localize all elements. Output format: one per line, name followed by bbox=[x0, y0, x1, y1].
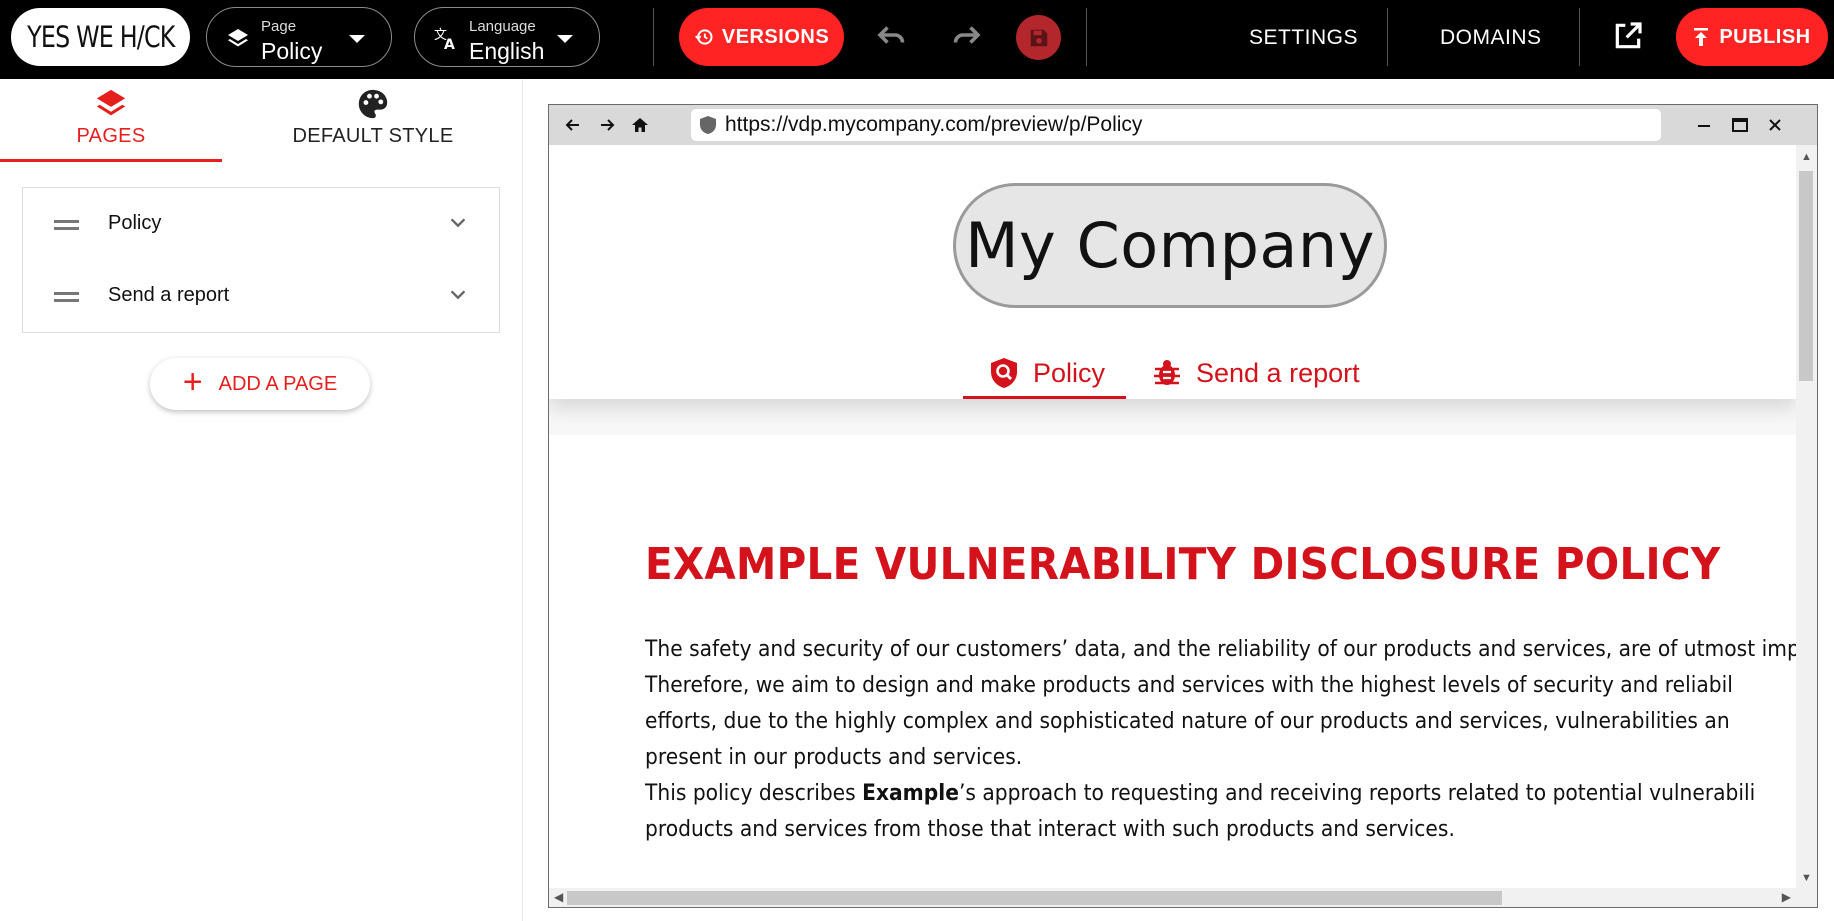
paragraph-line: The safety and security of our customers… bbox=[645, 636, 1796, 662]
chevron-down-icon[interactable] bbox=[447, 284, 469, 306]
paragraph-line: present in our products and services. bbox=[645, 744, 1023, 770]
page-selector-value: Policy bbox=[261, 38, 323, 64]
shield-icon bbox=[700, 116, 716, 134]
active-tab-indicator bbox=[0, 159, 222, 162]
site-nav-policy[interactable]: Policy bbox=[989, 348, 1105, 398]
tab-pages[interactable]: PAGES bbox=[0, 79, 222, 162]
section-band bbox=[549, 399, 1796, 435]
palette-icon bbox=[358, 89, 388, 119]
close-icon[interactable] bbox=[1765, 115, 1785, 135]
url-bar[interactable]: https://vdp.mycompany.com/preview/p/Poli… bbox=[691, 109, 1661, 141]
plus-icon: + bbox=[182, 363, 203, 401]
site-body: EXAMPLE VULNERABILITY DISCLOSURE POLICY … bbox=[549, 399, 1796, 888]
tab-pages-label: PAGES bbox=[76, 125, 146, 147]
upload-icon bbox=[1694, 28, 1709, 46]
resize-corner[interactable] bbox=[1796, 888, 1817, 907]
policy-title-rest: VULNERABILITY DISCLOSURE POLICY bbox=[874, 539, 1721, 590]
publish-label: PUBLISH bbox=[1719, 25, 1811, 48]
logo-text: YES WE H/CK bbox=[26, 20, 175, 54]
page-selector-caption: Page bbox=[261, 18, 297, 35]
chevron-down-icon bbox=[349, 35, 365, 43]
tab-default-style[interactable]: DEFAULT STYLE bbox=[262, 79, 484, 162]
toolbar-divider bbox=[1086, 8, 1087, 66]
redo-icon[interactable] bbox=[948, 20, 984, 56]
left-panel: PAGES DEFAULT STYLE Policy Send a report bbox=[0, 79, 523, 921]
site-nav-send-report[interactable]: Send a report bbox=[1152, 348, 1360, 398]
policy-title-bold: EXAMPLE bbox=[645, 539, 861, 590]
publish-button[interactable]: PUBLISH bbox=[1676, 8, 1828, 66]
preview-window: https://vdp.mycompany.com/preview/p/Poli… bbox=[548, 104, 1818, 908]
site-nav-send-report-label: Send a report bbox=[1196, 357, 1360, 388]
paragraph-text: This policy describes bbox=[645, 780, 863, 806]
toolbar-divider bbox=[653, 8, 654, 66]
page-list-item[interactable]: Send a report bbox=[23, 260, 499, 332]
yeswehack-logo[interactable]: YES WE H/CK bbox=[11, 8, 190, 66]
company-logo[interactable]: My Company bbox=[953, 183, 1387, 308]
svg-text:A: A bbox=[444, 37, 455, 50]
site-nav-policy-label: Policy bbox=[1033, 357, 1106, 388]
forward-arrow-icon[interactable] bbox=[597, 115, 617, 135]
paragraph-line: products and services from those that in… bbox=[645, 816, 1455, 842]
paragraph-text: ’s approach to requesting and receiving … bbox=[958, 780, 1756, 806]
chevron-down-icon bbox=[557, 35, 573, 43]
history-icon bbox=[694, 29, 713, 45]
url-text: https://vdp.mycompany.com/preview/p/Poli… bbox=[725, 113, 1143, 136]
policy-title: EXAMPLE VULNERABILITY DISCLOSURE POLICY bbox=[645, 539, 1720, 590]
toolbar-divider bbox=[1387, 8, 1388, 66]
paragraph-line: efforts, due to the highly complex and s… bbox=[645, 708, 1730, 734]
browser-bar: https://vdp.mycompany.com/preview/p/Poli… bbox=[549, 105, 1817, 145]
language-selector-value: English bbox=[469, 38, 545, 64]
language-selector-caption: Language bbox=[469, 18, 536, 35]
undo-icon[interactable] bbox=[874, 20, 910, 56]
site-preview: My Company Policy Send a report EXAMPLE … bbox=[549, 145, 1796, 888]
settings-link[interactable]: SETTINGS bbox=[1249, 26, 1358, 50]
home-icon[interactable] bbox=[630, 115, 650, 135]
page-list-item-name: Send a report bbox=[108, 284, 230, 306]
add-page-label: ADD A PAGE bbox=[218, 372, 338, 395]
open-external-icon[interactable] bbox=[1612, 20, 1644, 52]
save-button[interactable] bbox=[1016, 15, 1061, 60]
maximize-icon[interactable] bbox=[1730, 115, 1750, 135]
versions-button[interactable]: VERSIONS bbox=[679, 8, 844, 66]
page-selector[interactable]: Page Policy bbox=[206, 7, 392, 67]
vertical-scrollbar[interactable]: ▲ ▼ bbox=[1796, 145, 1817, 890]
scroll-down-icon[interactable]: ▼ bbox=[1801, 872, 1812, 884]
policy-paragraph: This policy describes Example’s approach… bbox=[645, 775, 1755, 847]
policy-paragraph: The safety and security of our customers… bbox=[645, 631, 1796, 775]
translate-icon: 文 A bbox=[434, 28, 455, 50]
toolbar-divider bbox=[1579, 8, 1580, 66]
scroll-right-icon[interactable]: ▶ bbox=[1782, 890, 1791, 904]
company-name-bold: Example bbox=[862, 780, 959, 806]
top-toolbar: YES WE H/CK Page Policy 文 A Language Eng… bbox=[0, 0, 1834, 79]
scroll-up-icon[interactable]: ▲ bbox=[1801, 151, 1812, 163]
site-nav-active-indicator bbox=[963, 396, 1126, 399]
versions-label: VERSIONS bbox=[721, 25, 830, 48]
minimize-icon[interactable] bbox=[1694, 115, 1714, 135]
layers-icon bbox=[228, 29, 248, 47]
bug-icon bbox=[1154, 360, 1180, 385]
page-list: Policy Send a report bbox=[22, 187, 500, 333]
domains-link[interactable]: DOMAINS bbox=[1440, 26, 1542, 50]
scrollbar-thumb[interactable] bbox=[1799, 171, 1813, 381]
language-selector[interactable]: 文 A Language English bbox=[414, 7, 600, 67]
site-header: My Company Policy Send a report bbox=[549, 145, 1796, 399]
drag-handle-icon[interactable] bbox=[54, 220, 79, 230]
page-list-item[interactable]: Policy bbox=[23, 188, 499, 260]
tab-default-style-label: DEFAULT STYLE bbox=[292, 125, 454, 147]
company-name: My Company bbox=[965, 209, 1375, 282]
horizontal-scrollbar[interactable]: ◀ ▶ bbox=[549, 888, 1796, 907]
save-icon bbox=[1030, 29, 1047, 46]
drag-handle-icon[interactable] bbox=[54, 292, 79, 302]
layers-icon bbox=[96, 89, 126, 116]
page-list-item-name: Policy bbox=[108, 212, 162, 234]
chevron-down-icon[interactable] bbox=[447, 212, 469, 234]
scrollbar-thumb[interactable] bbox=[567, 891, 1502, 905]
scroll-left-icon[interactable]: ◀ bbox=[554, 890, 563, 904]
back-arrow-icon[interactable] bbox=[563, 115, 583, 135]
shield-search-icon bbox=[991, 358, 1017, 388]
add-page-button[interactable]: + ADD A PAGE bbox=[150, 358, 370, 410]
paragraph-line: Therefore, we aim to design and make pro… bbox=[645, 672, 1733, 698]
paragraph-line: This policy describes Example’s approach… bbox=[645, 775, 1755, 811]
